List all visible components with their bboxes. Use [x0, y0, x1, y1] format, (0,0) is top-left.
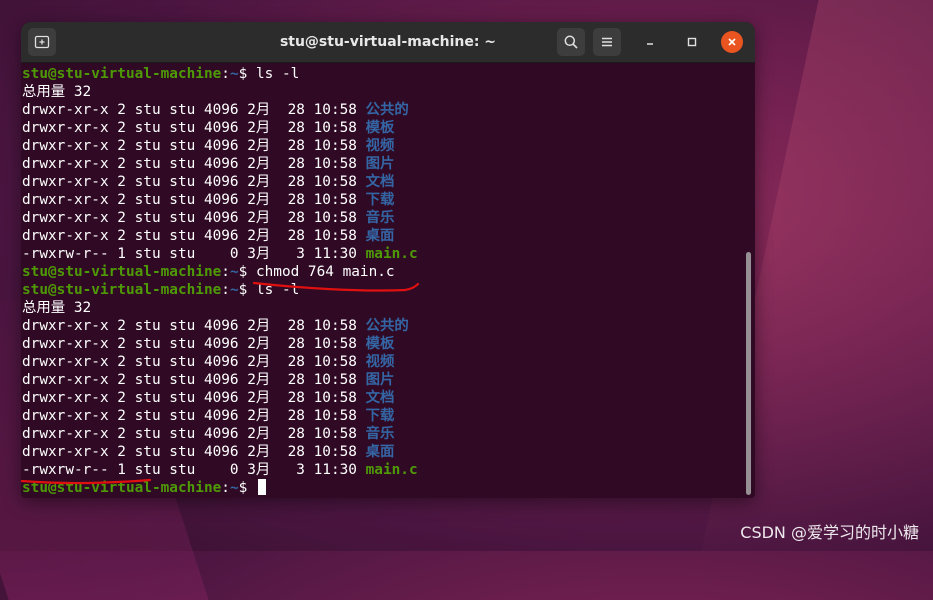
annotation-underline	[252, 281, 420, 292]
watermark: CSDN @爱学习的时小糖	[740, 523, 919, 542]
annotation-layer	[20, 281, 420, 485]
annotation-underline	[20, 478, 152, 485]
